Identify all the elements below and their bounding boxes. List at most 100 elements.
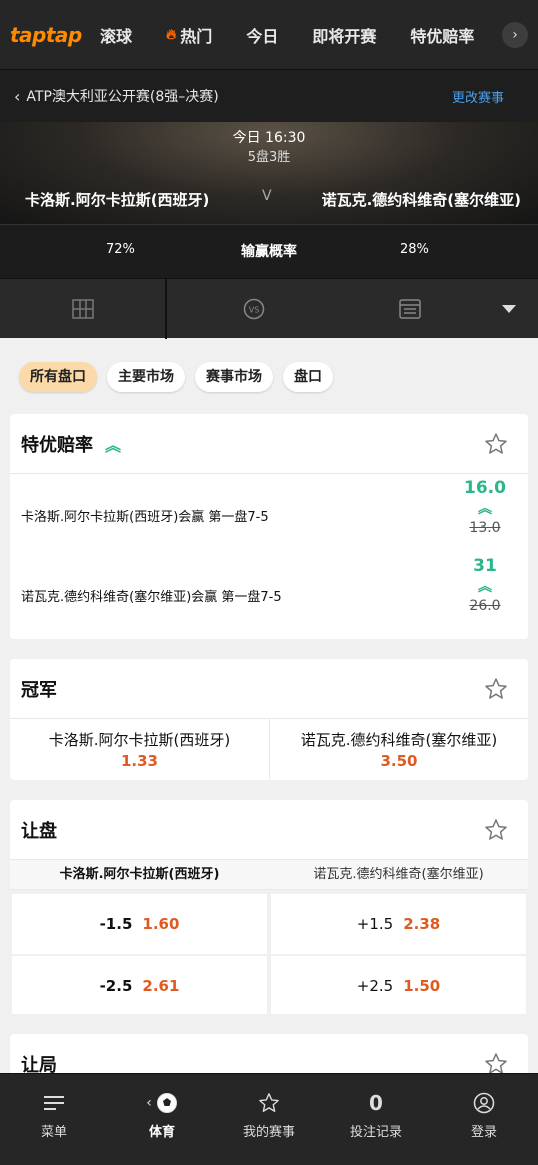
match-time: 今日 16:30 bbox=[232, 130, 306, 146]
nav-item-upcoming[interactable]: 即将开赛 bbox=[312, 23, 376, 47]
nav-items: 滚球 🔥︎ 热门 今日 即将开赛 特优赔率 bbox=[100, 23, 508, 47]
star-icon[interactable] bbox=[484, 818, 508, 842]
handicap-card: 让盘 卡洛斯.阿尔卡拉斯(西班牙) 诺瓦克.德约科维奇(塞尔维亚) -1.5 1… bbox=[10, 800, 528, 1014]
event-title[interactable]: ATP澳大利亚公开赛(8强–决赛) bbox=[26, 86, 218, 106]
chip-handicap[interactable]: 盘口 bbox=[283, 362, 333, 392]
soccer-ball-icon: ‹ bbox=[108, 1088, 216, 1118]
stats-list-icon bbox=[399, 299, 421, 319]
handicap-price: 1.60 bbox=[142, 915, 180, 933]
handicap-column-headers: 卡洛斯.阿尔卡拉斯(西班牙) 诺瓦克.德约科维奇(塞尔维亚) bbox=[10, 860, 528, 890]
boost-arrow-icon: ︽ bbox=[478, 579, 492, 595]
star-icon[interactable] bbox=[484, 432, 508, 456]
nav-item-hot-label: 热门 bbox=[180, 26, 213, 46]
taptap-logo[interactable]: taptap bbox=[10, 24, 82, 46]
handicap-line: +1.5 bbox=[356, 915, 394, 933]
tab-menu[interactable]: 菜单 bbox=[0, 1074, 108, 1140]
win-probability-label: 输赢概率 bbox=[241, 244, 297, 260]
selection-name: 诺瓦克.德约科维奇(塞尔维亚) bbox=[300, 731, 498, 749]
match-format: 5盘3胜 bbox=[247, 150, 291, 165]
vs-view-button[interactable]: VS bbox=[167, 279, 340, 339]
chip-all-markets[interactable]: 所有盘口 bbox=[19, 362, 97, 392]
handicap-grid: -1.5 1.60 -2.5 2.61 +1.5 2.38 +2.5 1.50 bbox=[10, 890, 528, 1014]
winner-home-selection[interactable]: 卡洛斯.阿尔卡拉斯(西班牙) 1.33 bbox=[10, 719, 269, 779]
tab-my-events[interactable]: 我的赛事 bbox=[215, 1074, 323, 1140]
handicap-price: 1.50 bbox=[403, 977, 441, 995]
chip-match-markets[interactable]: 赛事市场 bbox=[195, 362, 273, 392]
selection-odds: 3.50 bbox=[380, 752, 418, 770]
grid-icon bbox=[71, 299, 94, 319]
tab-login[interactable]: 登录 bbox=[430, 1074, 538, 1140]
special-odds-label: 诺瓦克.德约科维奇(塞尔维亚)会赢 第一盘7-5 bbox=[21, 590, 282, 605]
original-odds: 26.0 bbox=[469, 598, 501, 614]
original-odds: 13.0 bbox=[469, 520, 501, 536]
special-odds-label: 卡洛斯.阿尔卡拉斯(西班牙)会赢 第一盘7-5 bbox=[21, 510, 269, 525]
special-odds-price[interactable]: 16.0 ︽ 13.0 bbox=[462, 478, 508, 536]
handicap-price: 2.61 bbox=[142, 977, 180, 995]
vs-icon: VS bbox=[243, 298, 264, 320]
flame-icon: 🔥︎ bbox=[166, 26, 177, 43]
boost-arrow-icon: ︽ bbox=[478, 501, 492, 517]
card-title: 让盘 bbox=[21, 820, 57, 842]
special-odds-row[interactable]: 诺瓦克.德约科维奇(塞尔维亚)会赢 第一盘7-5 31 ︽ 26.0 bbox=[10, 556, 528, 638]
change-event-link[interactable]: 更改赛事 bbox=[452, 87, 504, 106]
bottom-tab-bar: 菜单 ‹ 体育 我的赛事 0 投注记录 登录 bbox=[0, 1073, 538, 1165]
special-odds-header[interactable]: 特优赔率 ︽ bbox=[10, 414, 528, 474]
boosted-odds: 16.0 bbox=[464, 478, 506, 498]
winner-selections: 卡洛斯.阿尔卡拉斯(西班牙) 1.33 诺瓦克.德约科维奇(塞尔维亚) 3.50 bbox=[10, 719, 528, 779]
special-odds-row[interactable]: 卡洛斯.阿尔卡拉斯(西班牙)会赢 第一盘7-5 16.0 ︽ 13.0 bbox=[10, 474, 528, 556]
away-handicap-column: +1.5 2.38 +2.5 1.50 bbox=[269, 892, 528, 1014]
special-odds-card: 特优赔率 ︽ 卡洛斯.阿尔卡拉斯(西班牙)会赢 第一盘7-5 16.0 ︽ 13… bbox=[10, 414, 528, 639]
nav-item-live[interactable]: 滚球 bbox=[100, 23, 132, 47]
top-nav: taptap 滚球 🔥︎ 热门 今日 即将开赛 特优赔率 › bbox=[0, 0, 538, 70]
home-player: 卡洛斯.阿尔卡拉斯(西班牙) bbox=[25, 191, 210, 209]
away-player: 诺瓦克.德约科维奇(塞尔维亚) bbox=[321, 191, 521, 209]
stats-view-button[interactable] bbox=[340, 279, 480, 339]
winner-card: 冠军 卡洛斯.阿尔卡拉斯(西班牙) 1.33 诺瓦克.德约科维奇(塞尔维亚) 3… bbox=[10, 659, 528, 780]
handicap-selection[interactable]: -2.5 2.61 bbox=[12, 956, 267, 1014]
card-title: 特优赔率 bbox=[21, 434, 93, 456]
handicap-selection[interactable]: -1.5 1.60 bbox=[12, 894, 267, 954]
home-handicap-column: -1.5 1.60 -2.5 2.61 bbox=[10, 892, 269, 1014]
handicap-header[interactable]: 让盘 bbox=[10, 800, 528, 860]
nav-item-today[interactable]: 今日 bbox=[246, 23, 278, 47]
tab-sports[interactable]: ‹ 体育 bbox=[108, 1074, 216, 1140]
star-icon[interactable] bbox=[484, 677, 508, 701]
vs-label: V bbox=[262, 188, 272, 204]
tab-label: 我的赛事 bbox=[242, 1125, 295, 1140]
expand-button[interactable] bbox=[480, 279, 538, 339]
handicap-line: -2.5 bbox=[99, 977, 133, 995]
winner-away-selection[interactable]: 诺瓦克.德约科维奇(塞尔维亚) 3.50 bbox=[269, 719, 528, 779]
menu-icon bbox=[0, 1088, 108, 1118]
bet-count: 0 bbox=[369, 1091, 383, 1115]
double-chevron-up-icon: ︽ bbox=[105, 435, 122, 455]
match-view-bar: VS bbox=[0, 278, 538, 339]
winner-header[interactable]: 冠军 bbox=[10, 659, 528, 719]
selection-odds: 1.33 bbox=[120, 752, 158, 770]
away-win-probability: 28% bbox=[400, 242, 429, 257]
tab-bet-records[interactable]: 0 投注记录 bbox=[322, 1074, 430, 1140]
back-chevron-icon[interactable]: ‹ bbox=[14, 87, 20, 106]
svg-text:VS: VS bbox=[248, 306, 259, 315]
tab-label: 菜单 bbox=[40, 1125, 67, 1140]
handicap-selection[interactable]: +1.5 2.38 bbox=[271, 894, 526, 954]
tab-label: 登录 bbox=[470, 1125, 497, 1140]
special-odds-price[interactable]: 31 ︽ 26.0 bbox=[462, 556, 508, 614]
boosted-odds: 31 bbox=[473, 556, 497, 576]
bet-count-badge: 0 bbox=[322, 1088, 430, 1118]
win-probability-bar: 72% 输赢概率 28% bbox=[0, 224, 538, 278]
scoreboard-view-button[interactable] bbox=[0, 279, 165, 339]
scoreboard: 今日 16:30 5盘3胜 卡洛斯.阿尔卡拉斯(西班牙) V 诺瓦克.德约科维奇… bbox=[0, 122, 538, 224]
handicap-line: -1.5 bbox=[99, 915, 133, 933]
nav-item-special-odds[interactable]: 特优赔率 bbox=[410, 23, 474, 47]
star-outline-icon bbox=[215, 1088, 323, 1118]
handicap-selection[interactable]: +2.5 1.50 bbox=[271, 956, 526, 1014]
selection-name: 卡洛斯.阿尔卡拉斯(西班牙) bbox=[48, 731, 231, 749]
handicap-line: +2.5 bbox=[356, 977, 394, 995]
market-filter-chips: 所有盘口 主要市场 赛事市场 盘口 bbox=[19, 362, 343, 392]
home-column-header: 卡洛斯.阿尔卡拉斯(西班牙) bbox=[59, 867, 220, 882]
nav-item-hot[interactable]: 🔥︎ 热门 bbox=[166, 23, 212, 47]
chevron-right-icon[interactable]: › bbox=[502, 22, 528, 48]
user-icon bbox=[430, 1088, 538, 1118]
chip-main-markets[interactable]: 主要市场 bbox=[107, 362, 185, 392]
tab-label: 体育 bbox=[148, 1125, 175, 1140]
